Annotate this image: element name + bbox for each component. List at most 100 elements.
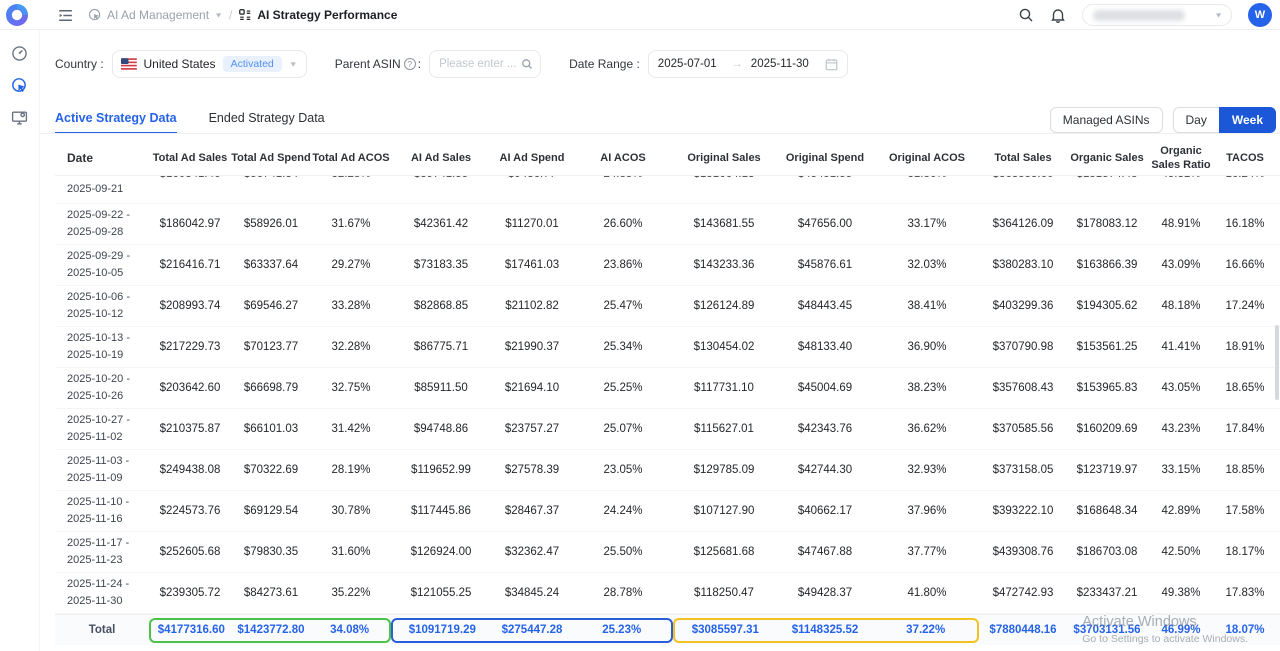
- tab-active-strategy-data[interactable]: Active Strategy Data: [55, 111, 177, 134]
- cell-value: $393222.10: [979, 505, 1067, 517]
- cell-value: $107127.90: [673, 505, 775, 517]
- cell-value: $363555.60: [979, 176, 1067, 180]
- cell-value: 18.85%: [1215, 464, 1275, 476]
- cell-value: $168648.34: [1067, 505, 1147, 517]
- row-date: 2025-10-06 -2025-10-12: [55, 289, 149, 323]
- cell-value: $42361.42: [391, 218, 491, 230]
- cell-value: $178083.12: [1067, 218, 1147, 230]
- date-range-picker[interactable]: 2025-07-01 → 2025-11-30: [648, 50, 848, 78]
- app-logo-icon: [5, 3, 29, 27]
- tabs-row: Active Strategy Data Ended Strategy Data…: [55, 103, 1280, 133]
- cell-value: 42.89%: [1147, 505, 1215, 517]
- cell-value: 41.80%: [875, 587, 979, 599]
- arrow-right-icon: →: [732, 58, 743, 70]
- total-value: $3085597.31: [675, 624, 776, 636]
- us-flag-icon: [121, 58, 137, 70]
- cell-value: 25.50%: [573, 546, 673, 558]
- cell-value: $203642.60: [149, 382, 231, 394]
- cell-value: $9436.77: [491, 176, 573, 180]
- cell-value: $115627.01: [673, 423, 775, 435]
- cell-value: 25.34%: [573, 341, 673, 353]
- row-date: 2025-10-27 -2025-11-02: [55, 412, 149, 446]
- row-date: 2025-11-03 -2025-11-09: [55, 453, 149, 487]
- column-header: Total Ad Sales: [149, 152, 231, 166]
- cell-value: 24.85%: [573, 176, 673, 180]
- cell-value: $47467.88: [775, 546, 875, 558]
- row-date: 2025-09-21: [55, 176, 149, 198]
- cell-value: $63337.64: [231, 259, 311, 271]
- column-header: Total Ad Spend: [231, 152, 311, 166]
- cell-value: 31.42%: [311, 423, 391, 435]
- cell-value: 31.67%: [311, 218, 391, 230]
- main-content: Country : United States Activated ▼ Pare…: [40, 30, 1280, 651]
- cell-value: 16.24%: [1215, 176, 1275, 180]
- cell-value: 48.18%: [1147, 300, 1215, 312]
- total-ad-group-highlight: $4177316.60 $1423772.80 34.08%: [149, 618, 391, 643]
- cell-value: $21102.82: [491, 300, 573, 312]
- week-toggle-button[interactable]: Week: [1219, 107, 1276, 133]
- ad-management-icon[interactable]: [11, 77, 28, 94]
- cell-value: 36.62%: [875, 423, 979, 435]
- cell-value: $125681.68: [673, 546, 775, 558]
- column-header: TACOS: [1215, 152, 1275, 166]
- cell-value: $239305.72: [149, 587, 231, 599]
- cell-value: 31.60%: [311, 546, 391, 558]
- cell-value: $217229.73: [149, 341, 231, 353]
- row-date: 2025-09-29 -2025-10-05: [55, 248, 149, 282]
- cell-value: 37.77%: [875, 546, 979, 558]
- sidebar-collapse-icon[interactable]: [57, 7, 74, 24]
- tab-ended-strategy-data[interactable]: Ended Strategy Data: [209, 111, 325, 134]
- cell-value: $23757.27: [491, 423, 573, 435]
- dashboard-icon[interactable]: [11, 45, 28, 62]
- notification-bell-icon[interactable]: [1050, 7, 1066, 23]
- cell-value: 25.07%: [573, 423, 673, 435]
- cell-value: 32.28%: [311, 176, 391, 180]
- table-row: 2025-10-27 -2025-11-02$210375.87$66101.0…: [55, 409, 1280, 450]
- day-toggle-button[interactable]: Day: [1173, 107, 1219, 133]
- search-icon[interactable]: [521, 58, 533, 70]
- ai-ad-group-highlight: $1091719.29 $275447.28 25.23%: [391, 618, 673, 643]
- country-select[interactable]: United States Activated ▼: [112, 50, 307, 78]
- breadcrumb-section[interactable]: AI Ad Management ▼: [88, 8, 223, 22]
- cell-value: $34845.24: [491, 587, 573, 599]
- cell-value: $21694.10: [491, 382, 573, 394]
- country-label: Country :: [55, 57, 104, 71]
- cell-value: $40662.17: [775, 505, 875, 517]
- column-header: Organic Sales: [1067, 152, 1147, 166]
- table-row: 2025-10-13 -2025-10-19$217229.73$70123.7…: [55, 327, 1280, 368]
- cell-value: $151574.48: [1067, 176, 1147, 180]
- cell-value: 38.23%: [875, 382, 979, 394]
- cell-value: $56741.34: [231, 176, 311, 180]
- cell-value: $186703.08: [1067, 546, 1147, 558]
- cell-value: 38.41%: [875, 300, 979, 312]
- cell-value: 49.38%: [1147, 587, 1215, 599]
- total-row: Total $4177316.60 $1423772.80 34.08% $10…: [55, 614, 1280, 645]
- profile-selector[interactable]: ▼: [1082, 4, 1232, 26]
- date-end-input[interactable]: 2025-11-30: [751, 58, 817, 70]
- cell-value: $70322.69: [231, 464, 311, 476]
- cell-value: 17.83%: [1215, 587, 1275, 599]
- search-icon[interactable]: [1018, 7, 1034, 23]
- cell-value: 33.17%: [875, 218, 979, 230]
- avatar[interactable]: W: [1248, 3, 1272, 27]
- monitor-settings-icon[interactable]: [11, 109, 28, 126]
- cell-value: $70123.77: [231, 341, 311, 353]
- row-date: 2025-10-13 -2025-10-19: [55, 330, 149, 364]
- help-circle-icon[interactable]: ?: [404, 58, 416, 70]
- cell-value: $66101.03: [231, 423, 311, 435]
- cell-value: $66698.79: [231, 382, 311, 394]
- vertical-scrollbar-thumb[interactable]: [1275, 325, 1279, 400]
- column-header: Original Spend: [775, 152, 875, 166]
- date-start-input[interactable]: 2025-07-01: [658, 58, 724, 70]
- cell-value: $123719.97: [1067, 464, 1147, 476]
- date-range-label: Date Range :: [569, 57, 640, 71]
- cell-value: $186042.97: [149, 218, 231, 230]
- cell-value: $48133.40: [775, 341, 875, 353]
- chevron-down-icon: ▼: [289, 60, 298, 68]
- total-value: $1423772.80: [232, 624, 311, 636]
- cell-value: 42.50%: [1147, 546, 1215, 558]
- cell-value: 24.24%: [573, 505, 673, 517]
- managed-asins-button[interactable]: Managed ASINs: [1050, 107, 1163, 133]
- cell-value: $439308.76: [979, 546, 1067, 558]
- cell-value: $126924.00: [391, 546, 491, 558]
